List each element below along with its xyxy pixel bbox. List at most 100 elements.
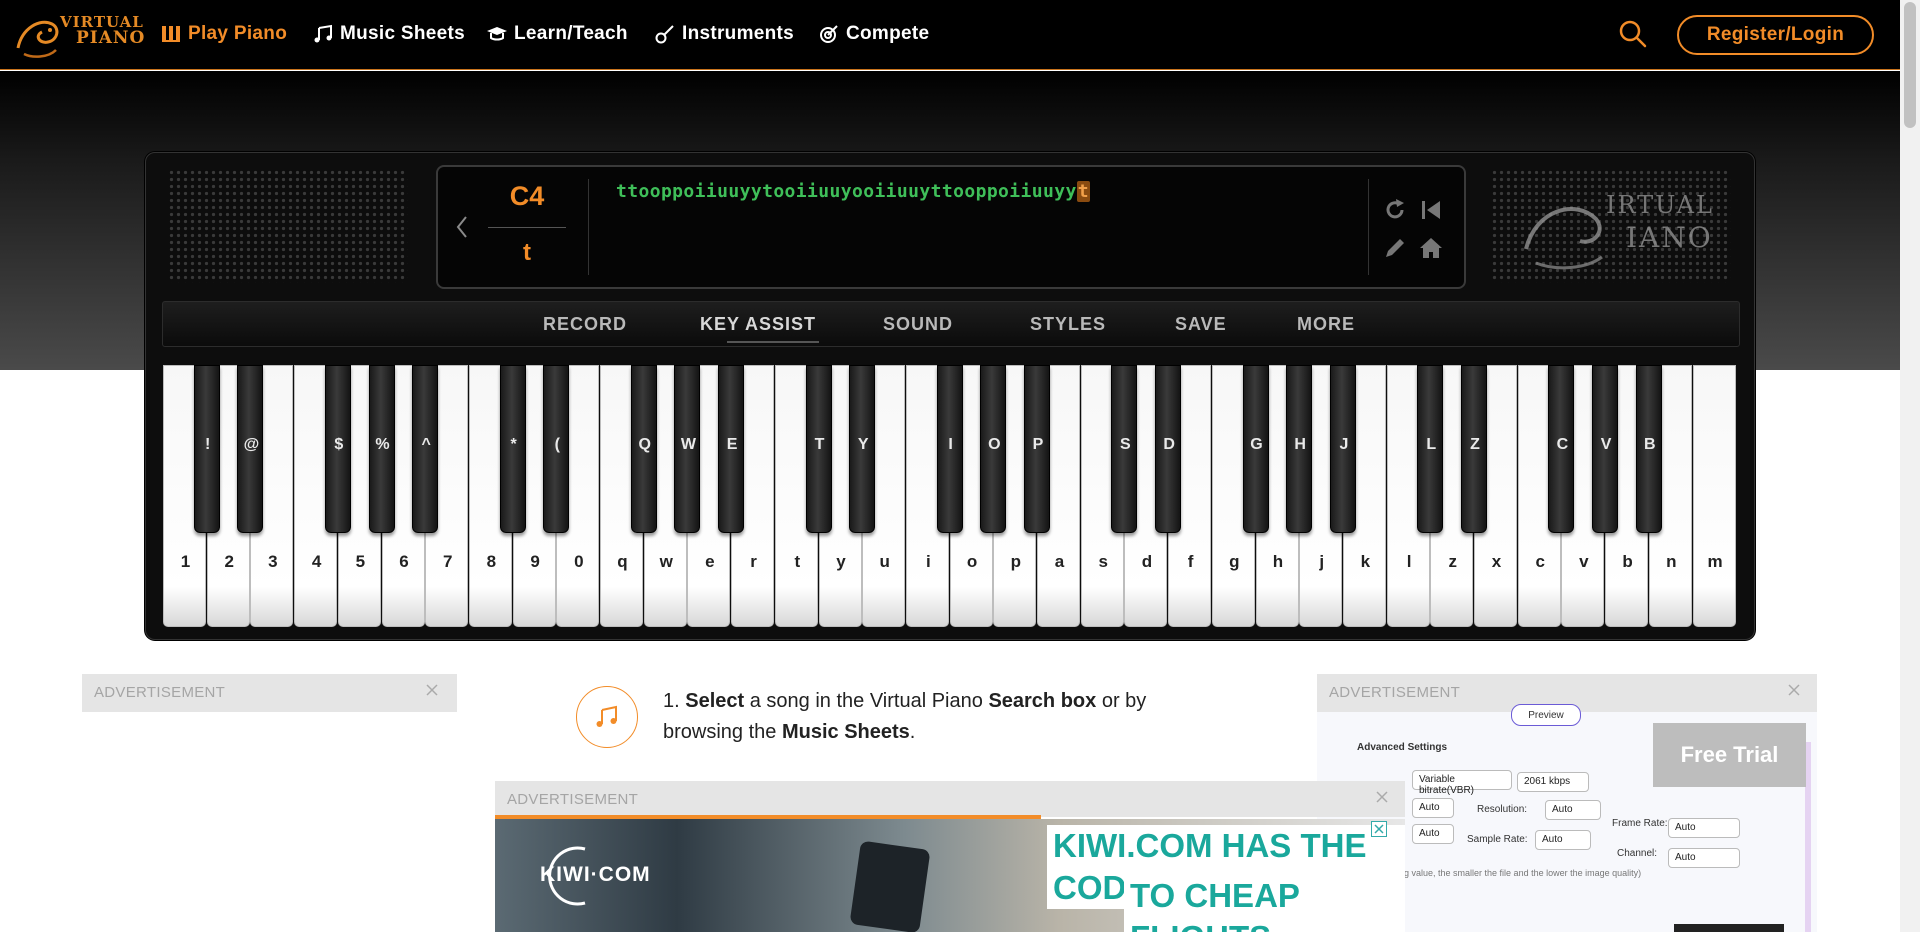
black-key-label: $ (334, 436, 344, 453)
white-key[interactable]: m (1692, 365, 1736, 627)
black-key[interactable]: V (1592, 365, 1619, 533)
black-key[interactable]: P (1024, 365, 1050, 533)
white-key-label: p (1010, 552, 1021, 571)
ad-preview-button[interactable]: Preview (1511, 704, 1581, 726)
black-key[interactable]: $ (324, 365, 351, 533)
black-key-label: @ (243, 436, 260, 453)
menu-record[interactable]: RECORD (543, 314, 627, 335)
black-key-label: P (1032, 436, 1044, 453)
step-number: 1. (663, 690, 680, 712)
black-key[interactable]: C (1548, 365, 1575, 533)
virtual-piano-watermark-logo: IRTUAL IANO (1506, 179, 1736, 279)
black-key-label: W (680, 436, 696, 453)
black-key[interactable]: % (368, 365, 395, 533)
black-key[interactable]: L (1417, 365, 1444, 533)
white-key-label: r (750, 552, 757, 571)
ad-mode-select: Variable bitrate(VBR) (1412, 770, 1512, 796)
black-key-label: ^ (421, 436, 431, 453)
black-key[interactable]: ( (543, 365, 570, 533)
menu-key-assist[interactable]: KEY ASSIST (700, 314, 816, 335)
left-speaker-grille (168, 169, 408, 283)
white-key-label: w (659, 552, 673, 571)
black-key[interactable]: J (1329, 365, 1356, 533)
close-icon[interactable] (1784, 680, 1804, 700)
ad-choices-icon[interactable] (1371, 821, 1387, 837)
kiwi-ad-banner[interactable]: KIWI·COM KIWI.COM HAS THE CODE TO CHEAP … (495, 819, 1405, 932)
white-key-label: 3 (268, 552, 278, 571)
black-key-label: I (948, 436, 953, 453)
ad-auto-select: Auto (1668, 818, 1740, 838)
black-key[interactable]: S (1111, 365, 1138, 533)
virtual-piano-logo[interactable]: VIRTUAL PIANO (12, 8, 144, 62)
white-key-label: h (1272, 552, 1284, 571)
black-key-label: S (1120, 436, 1131, 453)
white-key-label: n (1666, 552, 1677, 571)
replay-icon[interactable] (1382, 197, 1408, 223)
ad-auto-select: Auto (1412, 824, 1454, 844)
home-icon[interactable] (1418, 235, 1444, 261)
black-key[interactable]: E (718, 365, 745, 533)
black-key[interactable]: * (499, 365, 526, 533)
sheet-display: C4 t ttooppoiiuuyytooiiuuyooiiuuyttooppo… (436, 165, 1466, 289)
close-icon[interactable] (1372, 787, 1392, 807)
ad-auto-select: Auto (1668, 848, 1740, 868)
white-key-label: k (1360, 552, 1371, 571)
black-key-label: Z (1470, 436, 1480, 453)
black-key[interactable]: Z (1461, 365, 1487, 533)
nav-compete[interactable]: Compete (818, 20, 929, 48)
music-notes-icon (576, 686, 638, 748)
nav-learn-teach[interactable]: Learn/Teach (486, 20, 628, 48)
ad-free-trial-button[interactable]: Free Trial (1653, 723, 1806, 787)
page-scrollbar[interactable] (1900, 0, 1920, 932)
black-key[interactable]: ^ (412, 365, 439, 533)
top-navbar: VIRTUAL PIANO Play Piano Music Sheets Lea… (0, 0, 1900, 70)
white-key-label: 9 (530, 552, 540, 571)
black-key[interactable]: ! (193, 365, 220, 533)
white-key-label: 2 (224, 552, 234, 571)
graduation-cap-icon (486, 23, 508, 45)
black-key[interactable]: D (1155, 365, 1182, 533)
step-keyword: Search box (988, 690, 1097, 712)
scrollbar-thumb[interactable] (1904, 2, 1916, 128)
menu-save[interactable]: SAVE (1175, 314, 1227, 335)
black-key[interactable]: H (1286, 365, 1313, 533)
black-key[interactable]: T (805, 365, 832, 533)
guitar-icon (654, 23, 676, 45)
nav-play-piano[interactable]: Play Piano (160, 20, 287, 48)
ad-channel-label: Channel: (1617, 848, 1658, 859)
nav-instruments[interactable]: Instruments (654, 20, 794, 48)
black-key-label: ! (205, 436, 211, 453)
white-key-label: m (1707, 552, 1723, 571)
step-keyword: Select (685, 690, 745, 712)
black-key-label: % (375, 436, 390, 453)
close-icon[interactable] (422, 680, 442, 700)
menu-more[interactable]: MORE (1297, 314, 1355, 335)
white-key-label: j (1319, 552, 1325, 571)
sheet-text[interactable]: ttooppoiiuuyytooiiuuyooiiuuyttooppoiiuuy… (616, 181, 1090, 202)
white-key-label: 8 (486, 552, 497, 571)
black-key[interactable]: B (1635, 365, 1662, 533)
white-key-label: l (1406, 552, 1412, 571)
black-key[interactable]: Y (849, 365, 876, 533)
white-key-label: v (1579, 552, 1589, 571)
black-key[interactable]: O (980, 365, 1007, 533)
ad-label: ADVERTISEMENT (507, 791, 639, 808)
black-key[interactable]: @ (237, 365, 264, 533)
search-icon[interactable] (1617, 18, 1649, 50)
register-login-button[interactable]: Register/Login (1677, 15, 1874, 55)
black-key-label: H (1294, 436, 1306, 453)
menu-sound[interactable]: SOUND (883, 314, 953, 335)
nav-item-label: Instruments (682, 23, 795, 44)
ad-sample-rate-label: Sample Rate: (1467, 834, 1528, 845)
nav-music-sheets[interactable]: Music Sheets (312, 20, 465, 48)
black-key[interactable]: G (1242, 365, 1269, 533)
pencil-icon[interactable] (1382, 235, 1408, 261)
black-key[interactable]: W (674, 365, 701, 533)
menu-styles[interactable]: STYLES (1030, 314, 1106, 335)
logo-line-2: PIANO (76, 28, 146, 48)
chevron-left-icon[interactable] (450, 207, 474, 247)
skip-to-start-icon[interactable] (1418, 197, 1444, 223)
black-key[interactable]: Q (630, 365, 657, 533)
black-key[interactable]: I (936, 365, 963, 533)
svg-text:IRTUAL: IRTUAL (1606, 191, 1714, 219)
